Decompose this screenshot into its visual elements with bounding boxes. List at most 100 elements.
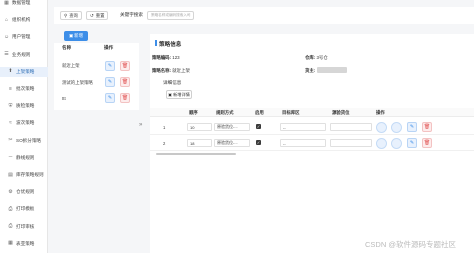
delete-button[interactable]: 🗑 <box>120 61 130 71</box>
delete-button[interactable]: 🗑 <box>120 93 130 103</box>
strategy-name-label: 策略名称: <box>152 68 172 73</box>
column-header: 目标库区 <box>282 110 300 115</box>
keyword-label: 关键字搜索 <box>120 12 143 17</box>
sidebar-item[interactable]: ⚙ 仓优规则 <box>0 187 48 197</box>
sidebar-item[interactable]: ☺ 用户管理 <box>0 32 48 42</box>
shield-icon: ⛨ <box>8 102 13 109</box>
name-column-header: 名称 <box>62 45 72 50</box>
optimize-icon: ⚙ <box>8 188 13 195</box>
split-icon: ✂ <box>8 137 13 144</box>
source-location-select[interactable] <box>330 123 372 131</box>
reset-button[interactable]: ↺ 重置 <box>86 11 109 20</box>
sidebar-item[interactable]: ✂ SO拆分策略 <box>0 136 48 146</box>
row-index: 1 <box>163 125 166 130</box>
sidebar-item[interactable]: ▤ 库存策略规则 <box>0 170 48 180</box>
horizontal-scrollbar[interactable] <box>156 153 236 155</box>
target-zone-select[interactable]: -- <box>280 123 326 131</box>
print-icon: ⎙ <box>8 205 13 212</box>
add-strategy-button[interactable]: ▣ 新增 <box>64 31 88 41</box>
detail-table-header: 顺序 规则方式 启用 目标库区 源验货位 操作 <box>150 108 474 117</box>
sidebar-item-label: 质检策略 <box>16 103 35 109</box>
sidebar-item[interactable]: ≈ 波次策略 <box>0 118 48 128</box>
sidebar-item[interactable]: ⬆ 上架策略 <box>0 66 48 77</box>
strategy-code-value: 123 <box>172 55 180 60</box>
trash-icon: 🗑 <box>423 140 431 146</box>
sidebar-item-label: 静线规则 <box>16 154 35 160</box>
sidebar-item-label: 上架策略 <box>16 68 35 74</box>
owner-field: 货主: <box>305 68 315 74</box>
table-icon: ▦ <box>8 240 13 247</box>
sidebar-item[interactable]: ≡ 批次策略 <box>0 84 48 94</box>
sidebar-item[interactable]: ▦ 数据管理 <box>0 0 48 8</box>
sidebar-item-label: 打印审核 <box>16 223 35 229</box>
sidebar-item[interactable]: ⎙ 打印模板 <box>0 204 48 214</box>
rules-icon: ☰ <box>4 51 9 58</box>
column-header: 规则方式 <box>216 110 234 115</box>
delete-button[interactable]: 🗑 <box>120 77 130 87</box>
strategy-detail-panel: 策略信息 策略编码: 123 仓库: 3号仓 策略名称: 就近上架 货主: 详细… <box>150 34 474 253</box>
enabled-checkbox[interactable]: ✓ <box>256 124 261 129</box>
action-circle-button[interactable] <box>376 122 387 133</box>
collapse-chevron-icon[interactable]: » <box>139 122 142 128</box>
sidebar-item[interactable]: ⛨ 质检策略 <box>0 101 48 111</box>
action-circle-button[interactable] <box>391 122 402 133</box>
edit-icon: ✎ <box>107 95 113 101</box>
sidebar-item-label: 打印模板 <box>16 206 35 212</box>
sidebar-item-label: 用户管理 <box>12 34 31 40</box>
edit-icon: ✎ <box>107 79 113 85</box>
edit-button[interactable]: ✎ <box>105 77 115 87</box>
edit-icon: ✎ <box>409 124 415 130</box>
owner-label: 货主: <box>305 68 316 73</box>
action-circle-button[interactable] <box>391 138 402 149</box>
delete-button[interactable]: 🗑 <box>422 122 432 132</box>
edit-button[interactable]: ✎ <box>407 122 417 132</box>
sidebar-item-label: 波次策略 <box>16 120 35 126</box>
print-review-icon: ⎙ <box>8 223 13 230</box>
sidebar-item[interactable]: ⎙ 打印审核 <box>0 222 48 232</box>
sidebar-item[interactable]: ⌂ 组织机构 <box>0 15 48 25</box>
edit-button[interactable]: ✎ <box>407 138 417 148</box>
row-index: 2 <box>163 141 166 146</box>
sidebar-item[interactable]: ☰ 业务规则 <box>0 50 48 60</box>
sidebar-item-label: 表亚策略 <box>16 240 35 246</box>
sidebar-item-label: 仓优规则 <box>16 189 35 195</box>
target-zone-select[interactable]: -- <box>280 139 326 147</box>
edit-button[interactable]: ✎ <box>105 61 115 71</box>
strategy-name: 测试的上架策略 <box>62 80 93 85</box>
order-input[interactable]: 10 <box>187 123 212 131</box>
edit-icon: ✎ <box>409 140 415 146</box>
add-icon: ▣ <box>69 33 74 38</box>
add-detail-label: 新增详情 <box>173 91 190 97</box>
enabled-checkbox[interactable]: ✓ <box>256 140 261 145</box>
trash-icon: 🗑 <box>423 124 431 130</box>
column-header: 顺序 <box>189 110 198 115</box>
warehouse-field: 仓库: 3号仓 <box>305 55 328 61</box>
strategy-list-table: 名称 操作 就近上架 ✎ 🗑 测试的上架策略 ✎ 🗑 ttt ✎ 🗑 <box>54 43 139 110</box>
warehouse-label: 仓库: <box>305 55 316 60</box>
wave-icon: ≈ <box>9 119 12 126</box>
source-location-select[interactable] <box>330 139 372 147</box>
grid-icon: ▦ <box>4 0 9 6</box>
method-select[interactable]: 原验货位-... <box>214 123 250 131</box>
line-icon: ─ <box>8 154 13 161</box>
method-select[interactable]: 原验货位-... <box>214 139 250 147</box>
keyword-search-input[interactable]: 策略名称或编码搜索入司 <box>147 11 194 20</box>
sidebar-item-label: SO拆分策略 <box>16 137 42 143</box>
sidebar-item[interactable]: ─ 静线规则 <box>0 153 48 163</box>
action-column-header: 操作 <box>104 45 114 50</box>
strategy-name: ttt <box>62 96 66 101</box>
column-header: 操作 <box>376 110 385 115</box>
query-button[interactable]: ⚲ 查询 <box>60 11 83 20</box>
owner-value-redacted <box>317 67 347 73</box>
delete-button[interactable]: 🗑 <box>422 138 432 148</box>
sidebar: ▦ 数据管理 ⌂ 组织机构 ☺ 用户管理 ☰ 业务规则 ⬆ 上架策略 ≡ 批次策略 ⛨ 质检策略 ≈ 波次策略… <box>0 0 48 253</box>
user-icon: ☺ <box>3 33 10 40</box>
strategy-name: 就近上架 <box>62 63 80 68</box>
order-input[interactable]: 18 <box>187 139 212 147</box>
edit-button[interactable]: ✎ <box>105 93 115 103</box>
strategy-code-field: 策略编码: 123 <box>152 55 180 61</box>
sidebar-item[interactable]: ▦ 表亚策略 <box>0 239 48 249</box>
add-detail-button[interactable]: ▣ 新增详情 <box>166 90 192 99</box>
action-circle-button[interactable] <box>376 138 387 149</box>
table-row: 2 18 原验货位-... ✓ -- ✎ 🗑 <box>150 136 474 151</box>
